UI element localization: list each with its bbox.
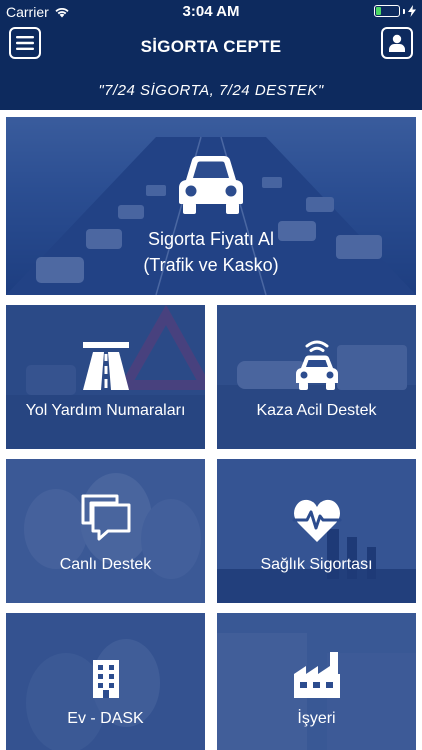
live-support-label: Canlı Destek	[59, 556, 152, 573]
home-dask-label: Ev - DASK	[67, 710, 144, 727]
insurance-quote-subtitle: (Trafik ve Kasko)	[143, 255, 279, 275]
slogan: "7/24 SİGORTA, 7/24 DESTEK"	[98, 82, 324, 99]
factory-icon	[292, 652, 342, 698]
status-bar: Carrier 3:04 AM	[0, 0, 422, 24]
roadside-assistance-label: Yol Yardım Numaraları	[25, 402, 186, 419]
accident-support-tile[interactable]: Kaza Acil Destek	[217, 305, 416, 449]
car-icon	[176, 154, 246, 216]
road-icon	[82, 342, 129, 390]
roadside-assistance-tile[interactable]: Yol Yardım Numaraları	[6, 305, 205, 449]
profile-button[interactable]	[381, 27, 413, 59]
connected-car-icon	[294, 338, 340, 390]
live-support-tile[interactable]: Canlı Destek	[6, 459, 205, 603]
workplace-label: İşyeri	[297, 710, 336, 727]
health-insurance-tile[interactable]: Sağlık Sigortası	[217, 459, 416, 603]
accident-support-label: Kaza Acil Destek	[256, 402, 377, 419]
navigation-bar: SİGORTA CEPTE	[0, 24, 422, 68]
insurance-quote-label: Sigorta Fiyatı Al (Trafik ve Kasko)	[143, 226, 278, 278]
battery-icon	[374, 5, 400, 17]
insurance-quote-tile[interactable]: Sigorta Fiyatı Al (Trafik ve Kasko)	[6, 117, 416, 295]
app-title: SİGORTA CEPTE	[140, 37, 282, 56]
chat-bubbles-icon	[80, 492, 132, 544]
building-icon	[91, 660, 121, 698]
user-icon	[389, 34, 405, 52]
status-time: 3:04 AM	[182, 3, 240, 20]
workplace-tile[interactable]: İşyeri	[217, 613, 416, 750]
battery-tip	[403, 8, 405, 14]
battery-fill	[376, 7, 382, 15]
home-dask-tile[interactable]: Ev - DASK	[6, 613, 205, 750]
heart-pulse-icon	[292, 498, 342, 544]
tile-grid: Sigorta Fiyatı Al (Trafik ve Kasko) Yol …	[0, 110, 422, 750]
health-insurance-label: Sağlık Sigortası	[260, 556, 373, 573]
insurance-quote-title: Sigorta Fiyatı Al	[147, 229, 275, 249]
battery-indicator	[374, 5, 416, 17]
charging-bolt-icon	[408, 5, 416, 17]
